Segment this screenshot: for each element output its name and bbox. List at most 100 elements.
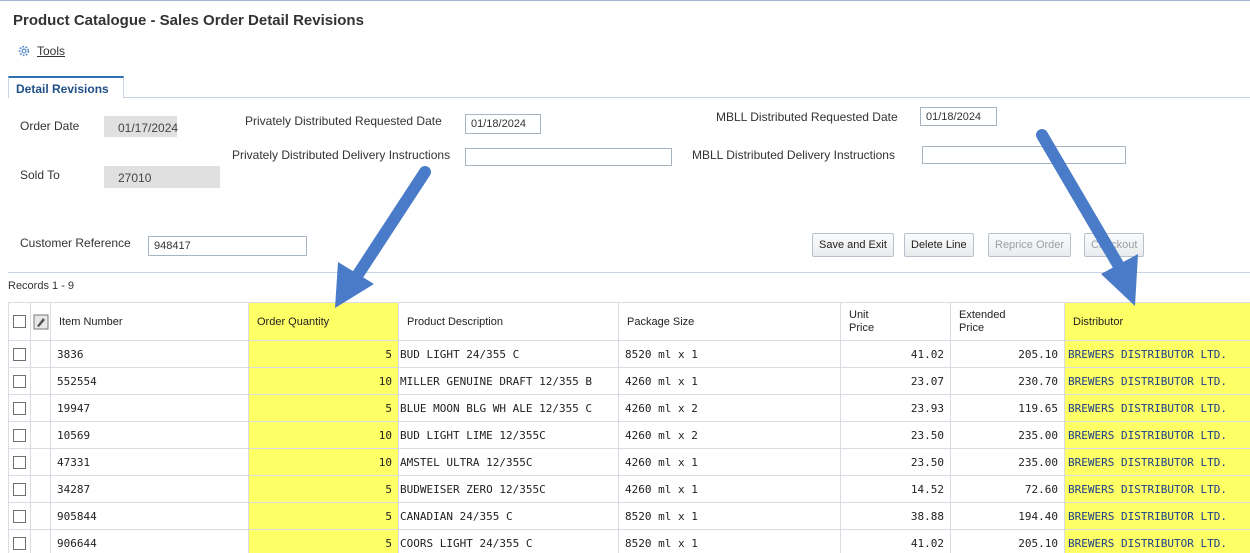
- cell-extended-price: 230.70: [950, 367, 1065, 395]
- table-row[interactable]: 3836 5 BUD LIGHT 24/355 C 8520 ml x 1 41…: [8, 340, 1250, 368]
- col-distributor[interactable]: Distributor: [1064, 302, 1250, 341]
- col-product-description[interactable]: Product Description: [398, 302, 619, 341]
- cell-product-description: BUD LIGHT 24/355 C: [398, 340, 619, 368]
- row-select-cell[interactable]: [8, 394, 31, 422]
- cell-product-description: COORS LIGHT 24/355 C: [398, 529, 619, 553]
- cell-unit-price: 23.50: [840, 421, 951, 449]
- priv-req-date-input[interactable]: 01/18/2024: [465, 114, 541, 134]
- row-select-cell[interactable]: [8, 367, 31, 395]
- tools-label[interactable]: Tools: [37, 44, 65, 58]
- row-select-cell[interactable]: [8, 502, 31, 530]
- priv-delivery-label: Privately Distributed Delivery Instructi…: [232, 148, 451, 162]
- row-checkbox[interactable]: [13, 482, 26, 496]
- page-title: Product Catalogue - Sales Order Detail R…: [13, 12, 364, 29]
- row-checkbox[interactable]: [13, 401, 26, 415]
- mbll-req-date-label: MBLL Distributed Requested Date: [716, 110, 898, 124]
- cell-item-number: 905844: [50, 502, 249, 530]
- extended-price-line2: Price: [959, 321, 985, 334]
- cell-package-size: 4260 ml x 1: [618, 448, 841, 476]
- cell-item-number: 552554: [50, 367, 249, 395]
- cell-distributor: BREWERS DISTRIBUTOR LTD.: [1064, 394, 1250, 422]
- cell-unit-price: 41.02: [840, 340, 951, 368]
- mbll-delivery-label: MBLL Distributed Delivery Instructions: [692, 148, 895, 162]
- priv-delivery-input[interactable]: [465, 148, 672, 166]
- cell-order-quantity[interactable]: 5: [248, 529, 399, 553]
- cell-item-number: 10569: [50, 421, 249, 449]
- customer-ref-label: Customer Reference: [20, 236, 131, 250]
- cell-extended-price: 235.00: [950, 448, 1065, 476]
- cell-order-quantity[interactable]: 5: [248, 475, 399, 503]
- row-edit-cell: [30, 340, 51, 368]
- table-row[interactable]: 34287 5 BUDWEISER ZERO 12/355C 4260 ml x…: [8, 475, 1250, 503]
- tools-menu[interactable]: Tools: [17, 44, 65, 58]
- cell-unit-price: 23.07: [840, 367, 951, 395]
- col-unit-price[interactable]: Unit Price: [840, 302, 951, 341]
- extended-price-line1: Extended: [959, 308, 1006, 321]
- col-order-quantity[interactable]: Order Quantity: [248, 302, 399, 341]
- reprice-order-button[interactable]: Reprice Order: [988, 233, 1072, 257]
- select-all-header[interactable]: [8, 302, 31, 341]
- cell-distributor: BREWERS DISTRIBUTOR LTD.: [1064, 502, 1250, 530]
- cell-order-quantity[interactable]: 10: [248, 367, 399, 395]
- unit-price-line1: Unit: [849, 308, 869, 321]
- delete-line-button[interactable]: Delete Line: [904, 233, 974, 257]
- tab-detail-revisions[interactable]: Detail Revisions: [8, 76, 124, 98]
- cell-unit-price: 14.52: [840, 475, 951, 503]
- row-checkbox[interactable]: [13, 455, 26, 469]
- row-select-cell[interactable]: [8, 529, 31, 553]
- mbll-req-date-input[interactable]: 01/18/2024: [920, 107, 997, 126]
- cell-distributor: BREWERS DISTRIBUTOR LTD.: [1064, 529, 1250, 553]
- row-checkbox[interactable]: [13, 428, 26, 442]
- cell-order-quantity[interactable]: 10: [248, 421, 399, 449]
- row-select-cell[interactable]: [8, 340, 31, 368]
- row-select-cell[interactable]: [8, 475, 31, 503]
- cell-order-quantity[interactable]: 5: [248, 394, 399, 422]
- row-checkbox[interactable]: [13, 536, 26, 550]
- cell-package-size: 8520 ml x 1: [618, 529, 841, 553]
- save-exit-button[interactable]: Save and Exit: [812, 233, 894, 257]
- row-checkbox[interactable]: [13, 347, 26, 361]
- cell-item-number: 19947: [50, 394, 249, 422]
- cell-package-size: 4260 ml x 1: [618, 367, 841, 395]
- cell-item-number: 3836: [50, 340, 249, 368]
- sold-to-field: 27010: [104, 166, 220, 188]
- checkout-button[interactable]: Checkout: [1084, 233, 1145, 257]
- col-package-size[interactable]: Package Size: [618, 302, 841, 341]
- row-select-cell[interactable]: [8, 421, 31, 449]
- table-row[interactable]: 10569 10 BUD LIGHT LIME 12/355C 4260 ml …: [8, 421, 1250, 449]
- cell-order-quantity[interactable]: 5: [248, 502, 399, 530]
- cell-product-description: MILLER GENUINE DRAFT 12/355 B: [398, 367, 619, 395]
- edit-column-header[interactable]: [30, 302, 51, 341]
- row-checkbox[interactable]: [13, 374, 26, 388]
- cell-product-description: AMSTEL ULTRA 12/355C: [398, 448, 619, 476]
- col-extended-price[interactable]: Extended Price: [950, 302, 1065, 341]
- col-item-number[interactable]: Item Number: [50, 302, 249, 341]
- row-edit-cell: [30, 421, 51, 449]
- row-edit-cell: [30, 394, 51, 422]
- table-row[interactable]: 905844 5 CANADIAN 24/355 C 8520 ml x 1 3…: [8, 502, 1250, 530]
- row-edit-cell: [30, 475, 51, 503]
- order-date-label: Order Date: [20, 119, 80, 133]
- cell-order-quantity[interactable]: 5: [248, 340, 399, 368]
- cell-extended-price: 205.10: [950, 340, 1065, 368]
- cell-package-size: 4260 ml x 2: [618, 394, 841, 422]
- sold-to-label: Sold To: [20, 168, 60, 182]
- table-row[interactable]: 19947 5 BLUE MOON BLG WH ALE 12/355 C 42…: [8, 394, 1250, 422]
- cell-order-quantity[interactable]: 10: [248, 448, 399, 476]
- cell-extended-price: 119.65: [950, 394, 1065, 422]
- mbll-delivery-input[interactable]: [922, 146, 1126, 164]
- table-row[interactable]: 552554 10 MILLER GENUINE DRAFT 12/355 B …: [8, 367, 1250, 395]
- cell-product-description: CANADIAN 24/355 C: [398, 502, 619, 530]
- row-checkbox[interactable]: [13, 509, 26, 523]
- edit-icon[interactable]: [33, 314, 49, 330]
- cell-distributor: BREWERS DISTRIBUTOR LTD.: [1064, 448, 1250, 476]
- table-row[interactable]: 906644 5 COORS LIGHT 24/355 C 8520 ml x …: [8, 529, 1250, 553]
- table-row[interactable]: 47331 10 AMSTEL ULTRA 12/355C 4260 ml x …: [8, 448, 1250, 476]
- cell-unit-price: 23.50: [840, 448, 951, 476]
- customer-ref-input[interactable]: 948417: [148, 236, 307, 256]
- row-select-cell[interactable]: [8, 448, 31, 476]
- cell-extended-price: 194.40: [950, 502, 1065, 530]
- unit-price-line2: Price: [849, 321, 875, 334]
- select-all-checkbox[interactable]: [13, 315, 26, 328]
- row-edit-cell: [30, 448, 51, 476]
